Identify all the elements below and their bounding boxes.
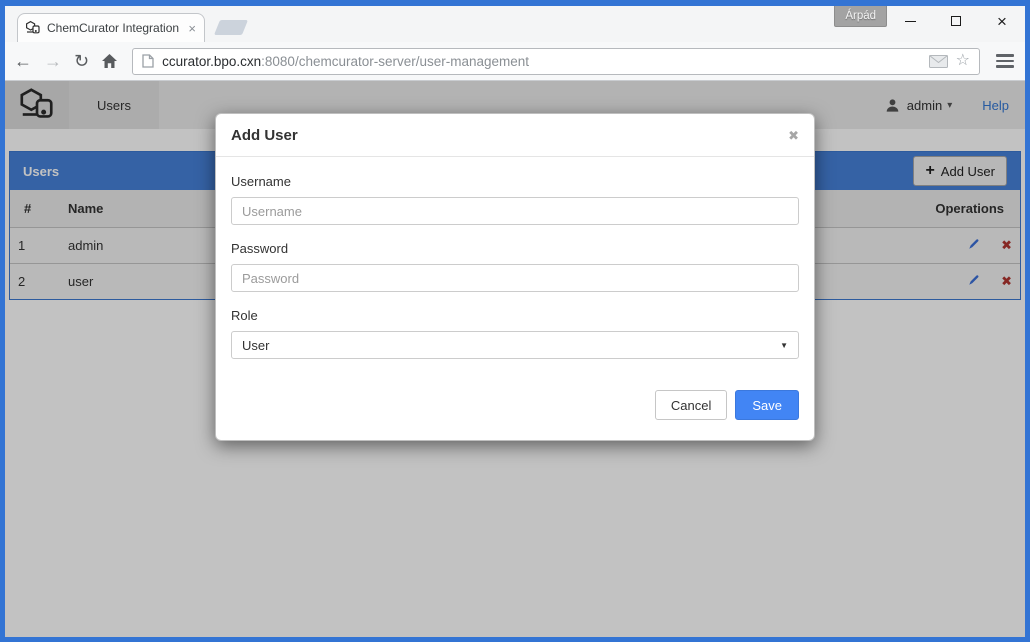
- maximize-icon: [951, 16, 961, 26]
- cancel-button[interactable]: Cancel: [655, 390, 727, 420]
- browser-titlebar: ChemCurator Integration S × Árpád ×: [5, 6, 1025, 42]
- forward-button[interactable]: →: [44, 52, 62, 70]
- username-label: Username: [231, 174, 799, 189]
- browser-tab[interactable]: ChemCurator Integration S ×: [17, 13, 205, 42]
- close-icon: ×: [997, 13, 1007, 30]
- add-user-modal: Add User ✖ Username Password Role User ▼: [215, 113, 815, 441]
- page-viewport: Users admin ▾ Help Users: [5, 81, 1025, 637]
- minimize-button[interactable]: [887, 6, 933, 36]
- modal-header: Add User ✖: [216, 114, 814, 157]
- url-path: :8080/chemcurator-server/user-management: [261, 54, 529, 69]
- password-label: Password: [231, 241, 799, 256]
- page-icon: [142, 54, 154, 68]
- address-bar[interactable]: ccurator.bpo.cxn:8080/chemcurator-server…: [132, 48, 980, 75]
- username-input[interactable]: [231, 197, 799, 225]
- window-controls: ×: [887, 6, 1025, 36]
- close-button[interactable]: ×: [979, 6, 1025, 36]
- role-label: Role: [231, 308, 799, 323]
- bookmark-star-icon[interactable]: ☆: [956, 53, 970, 69]
- reload-button[interactable]: ↻: [74, 52, 89, 70]
- new-tab-button[interactable]: [214, 20, 248, 35]
- role-selected-value: User: [242, 338, 269, 353]
- browser-menu-icon[interactable]: [994, 52, 1016, 70]
- url-text: ccurator.bpo.cxn:8080/chemcurator-server…: [162, 54, 529, 69]
- modal-close-icon[interactable]: ✖: [788, 129, 799, 142]
- select-arrow-icon: ▼: [780, 341, 788, 350]
- tab-title: ChemCurator Integration S: [47, 21, 181, 35]
- browser-chrome: ChemCurator Integration S × Árpád × ← →: [5, 6, 1025, 637]
- role-select[interactable]: User ▼: [231, 331, 799, 359]
- password-input[interactable]: [231, 264, 799, 292]
- modal-title: Add User: [231, 127, 298, 144]
- modal-footer: Cancel Save: [231, 390, 799, 425]
- save-button[interactable]: Save: [735, 390, 799, 420]
- tab-close-icon[interactable]: ×: [187, 22, 197, 35]
- chemcurator-favicon-icon: [25, 20, 41, 36]
- url-host: ccurator.bpo.cxn: [162, 54, 261, 69]
- minimize-icon: [905, 21, 916, 22]
- profile-badge[interactable]: Árpád: [834, 6, 887, 27]
- extension-envelope-icon[interactable]: [929, 55, 948, 68]
- modal-body: Username Password Role User ▼ Cancel Sav…: [216, 157, 814, 440]
- back-button[interactable]: ←: [14, 52, 32, 70]
- browser-toolbar: ← → ↻ ccurator.bpo.cxn:8080/chemcurator-…: [5, 42, 1025, 81]
- home-button[interactable]: [101, 53, 118, 69]
- maximize-button[interactable]: [933, 6, 979, 36]
- browser-window: ChemCurator Integration S × Árpád × ← →: [0, 0, 1030, 642]
